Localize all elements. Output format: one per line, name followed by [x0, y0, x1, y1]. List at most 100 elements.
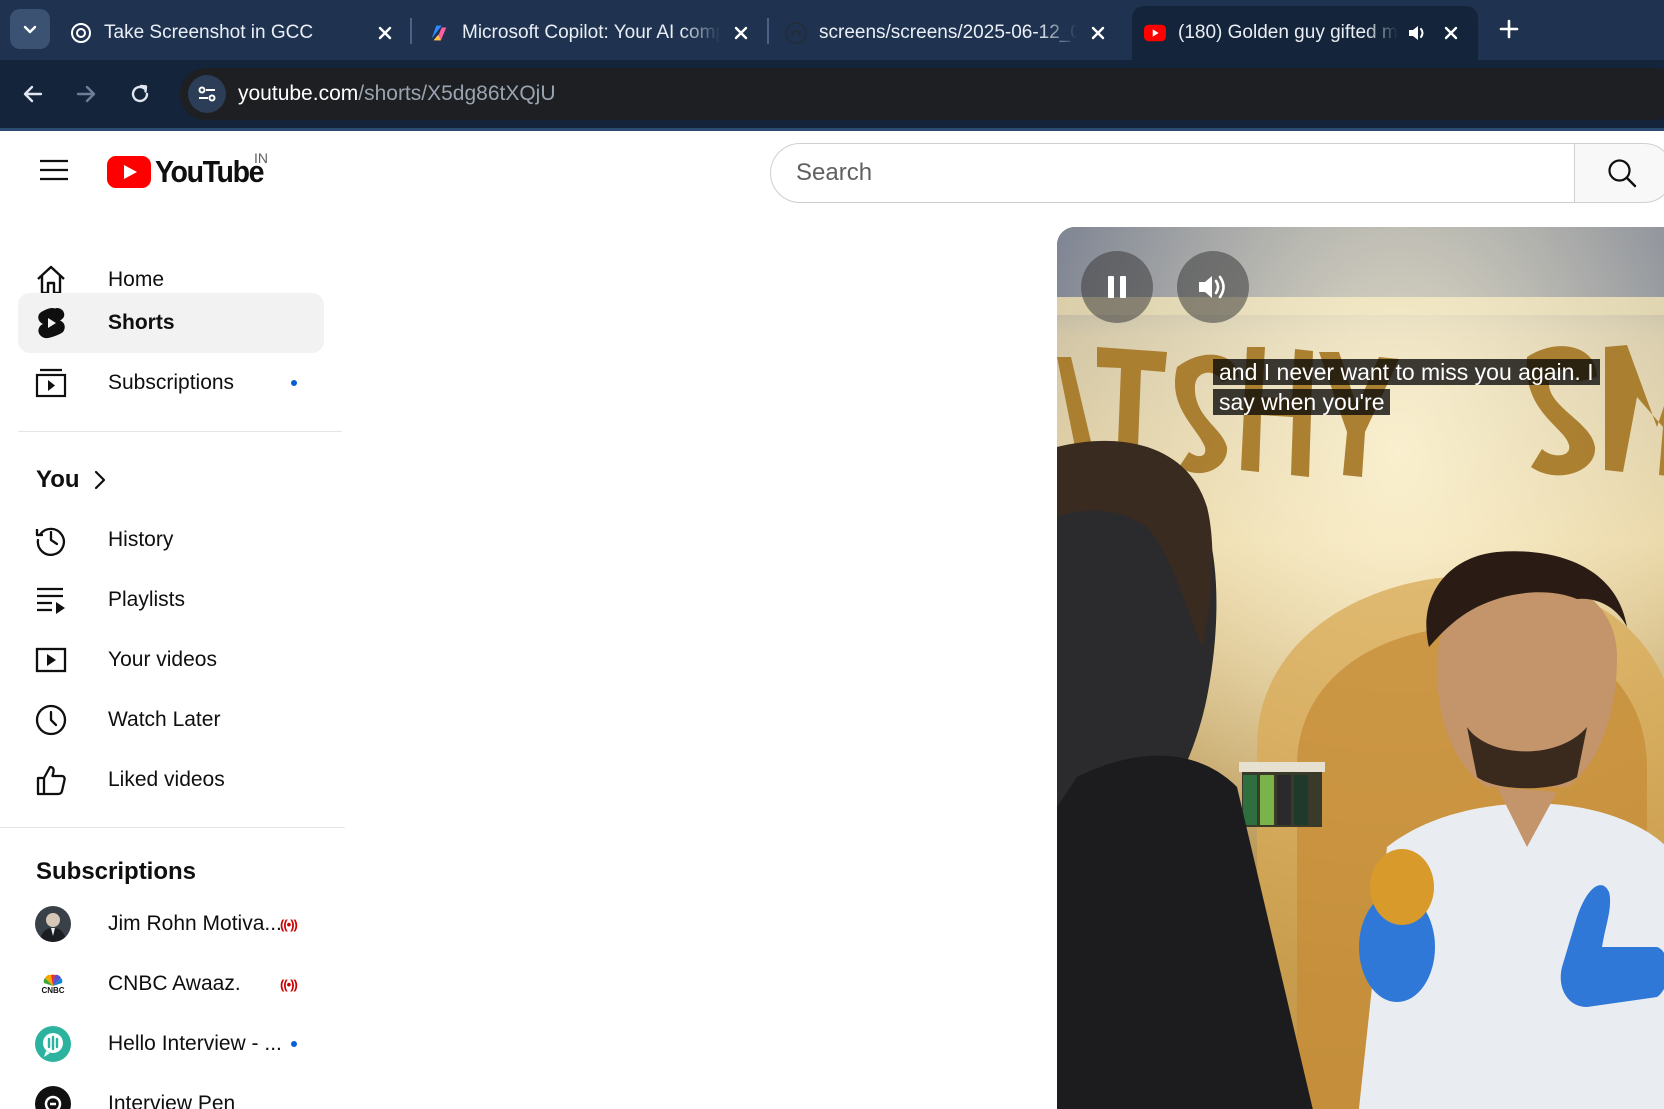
- browser-tab-active[interactable]: (180) Golden guy gifted me: [1132, 6, 1478, 60]
- close-icon[interactable]: [1438, 20, 1464, 46]
- tab-title: Take Screenshot in GCC: [104, 22, 314, 43]
- subscription-name: Hello Interview - ...: [108, 1032, 282, 1055]
- arrow-left-icon: [23, 85, 43, 103]
- sidebar-item-label: Subscriptions: [108, 371, 235, 394]
- sidebar-item-label: History: [108, 528, 174, 551]
- cnbc-awaaz-logo: CNBC: [35, 966, 71, 1002]
- plus-icon: [1499, 19, 1519, 39]
- browser-tab-3[interactable]: screens/screens/2025-06-12_09: [785, 6, 1111, 60]
- new-content-dot: [291, 380, 297, 386]
- chevron-down-icon: [23, 25, 37, 34]
- sidebar-item-label: Liked videos: [108, 768, 225, 791]
- your-videos-icon: [35, 644, 67, 676]
- youtube-logo[interactable]: YouTube: [107, 154, 273, 190]
- browser-tab-strip: Take Screenshot in GCC Microsoft Copilot…: [0, 0, 1664, 60]
- search-button[interactable]: [1574, 143, 1664, 203]
- url-text: youtube.com/shorts/X5dg86tXQjU: [238, 82, 556, 106]
- sidebar-item-subscriptions[interactable]: Subscriptions: [18, 353, 324, 413]
- pause-icon: [1108, 276, 1126, 298]
- sidebar-item-label: Home: [108, 268, 165, 291]
- volume-icon: [1199, 275, 1225, 299]
- tab-separator: [410, 18, 412, 44]
- search-box[interactable]: [770, 143, 1574, 203]
- sidebar-item-your-videos[interactable]: Your videos: [18, 630, 324, 690]
- sidebar-item-watch-later[interactable]: Watch Later: [18, 690, 324, 750]
- tab-separator: [767, 18, 769, 44]
- subscription-name: CNBC Awaaz.: [108, 972, 241, 995]
- url-path: /shorts/X5dg86tXQjU: [358, 82, 556, 105]
- home-icon: [35, 264, 67, 296]
- playlists-icon: [35, 584, 67, 616]
- youtube-icon: [1144, 22, 1166, 44]
- tab-audio-icon[interactable]: [1404, 20, 1430, 46]
- sidebar-item-playlists[interactable]: Playlists: [18, 570, 324, 630]
- copilot-icon: [428, 22, 450, 44]
- avatar: [35, 906, 71, 942]
- sidebar-item-liked-videos[interactable]: Liked videos: [18, 750, 324, 810]
- chevron-right-icon: [94, 470, 106, 495]
- new-tab-button[interactable]: [1494, 14, 1524, 44]
- shorts-video-player[interactable]: and I never want to miss you again. I sa…: [1057, 227, 1664, 1109]
- close-icon[interactable]: [372, 20, 398, 46]
- openai-icon: [70, 22, 92, 44]
- you-section-title: You: [36, 466, 80, 493]
- subscription-item[interactable]: Hello Interview - ...: [18, 1014, 324, 1074]
- subscription-item[interactable]: Jim Rohn Motiva... ((•)): [18, 894, 324, 954]
- sidebar-item-label: Shorts: [108, 311, 175, 334]
- youtube-play-icon: [107, 156, 151, 188]
- sidebar-item-label: Playlists: [108, 588, 186, 611]
- sidebar-divider: [18, 431, 342, 432]
- sidebar-section-you[interactable]: You: [18, 450, 324, 510]
- subscriptions-icon: [35, 367, 67, 399]
- github-icon: [785, 22, 807, 44]
- close-icon[interactable]: [728, 20, 754, 46]
- country-code: IN: [254, 150, 268, 166]
- sidebar-item-label: Your videos: [108, 648, 217, 671]
- forward-button[interactable]: [68, 76, 104, 112]
- subscription-name: Interview Pen: [108, 1092, 236, 1109]
- watch-later-icon: [35, 704, 67, 736]
- browser-toolbar: youtube.com/shorts/X5dg86tXQjU: [0, 60, 1664, 128]
- new-content-dot: [291, 1041, 297, 1047]
- browser-tab-1[interactable]: Take Screenshot in GCC: [70, 6, 398, 60]
- video-caption: and I never want to miss you again. I sa…: [1213, 357, 1633, 417]
- logo-wordmark: YouTube: [155, 154, 264, 189]
- sidebar-item-shorts[interactable]: Shorts: [18, 293, 324, 353]
- volume-button[interactable]: [1177, 251, 1249, 323]
- caption-text: and I never want to miss you again. I sa…: [1213, 359, 1600, 415]
- address-bar[interactable]: youtube.com/shorts/X5dg86tXQjU: [180, 68, 1664, 120]
- avatar-text: CNBC: [41, 986, 65, 995]
- tune-icon: [198, 86, 216, 102]
- sidebar-item-history[interactable]: History: [18, 510, 324, 570]
- tab-title: Microsoft Copilot: Your AI companion: [462, 22, 720, 43]
- sidebar-item-label: Watch Later: [108, 708, 221, 731]
- tab-title: screens/screens/2025-06-12_09: [819, 22, 1077, 43]
- tab-search-button[interactable]: [10, 9, 50, 49]
- pause-button[interactable]: [1081, 251, 1153, 323]
- close-icon[interactable]: [1085, 20, 1111, 46]
- tab-title: (180) Golden guy gifted me: [1178, 22, 1398, 43]
- reload-icon: [131, 84, 149, 103]
- url-host: youtube.com: [238, 82, 359, 105]
- subscription-item[interactable]: CNBC CNBC Awaaz. ((•)): [18, 954, 324, 1014]
- thumbs-up-icon: [35, 764, 67, 796]
- live-indicator: ((•)): [280, 916, 298, 932]
- browser-tab-2[interactable]: Microsoft Copilot: Your AI companion: [428, 6, 754, 60]
- site-info-button[interactable]: [188, 75, 226, 113]
- avatar: [35, 1026, 71, 1062]
- search-icon: [1608, 159, 1637, 188]
- subscription-item[interactable]: Interview Pen: [18, 1074, 324, 1109]
- shorts-icon: [35, 307, 67, 339]
- live-indicator: ((•)): [280, 976, 298, 992]
- subscription-name: Jim Rohn Motiva...: [108, 912, 282, 935]
- search-input[interactable]: [796, 159, 1536, 187]
- guide-menu-button[interactable]: [36, 152, 72, 188]
- subscriptions-section-title: Subscriptions: [36, 858, 197, 885]
- toolbar-divider: [0, 128, 1664, 131]
- arrow-right-icon: [76, 85, 96, 103]
- back-button[interactable]: [15, 76, 51, 112]
- sidebar-divider: [0, 827, 345, 828]
- reload-button[interactable]: [122, 76, 158, 112]
- history-icon: [35, 524, 67, 556]
- menu-icon: [40, 159, 68, 181]
